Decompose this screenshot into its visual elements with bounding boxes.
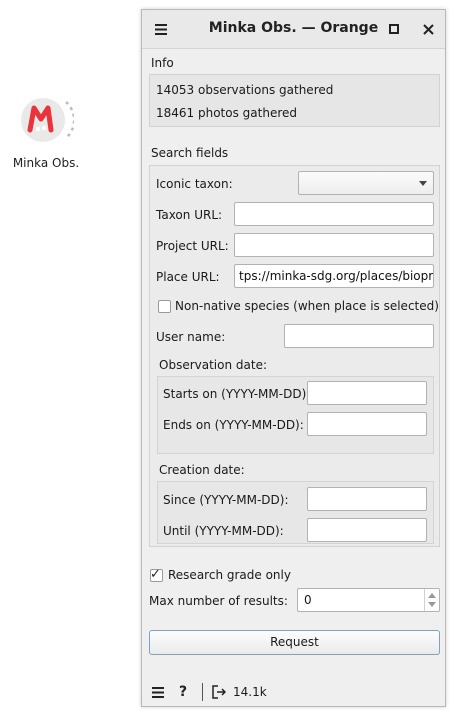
help-icon[interactable]: ? — [176, 684, 190, 700]
observation-date-heading: Observation date: — [159, 358, 267, 372]
observations-count: 14053 observations gathered — [156, 83, 334, 97]
since-input[interactable] — [307, 487, 427, 511]
non-native-label: Non-native species (when place is select… — [175, 299, 439, 313]
project-url-input[interactable] — [234, 233, 434, 257]
spin-arrows[interactable] — [424, 589, 439, 611]
minka-logo-icon — [18, 92, 76, 148]
maximize-icon[interactable] — [383, 18, 405, 40]
creation-date-box: Since (YYYY-MM-DD): Until (YYYY-MM-DD): — [157, 481, 434, 544]
non-native-checkbox[interactable] — [158, 300, 171, 313]
widget-label: Minka Obs. — [12, 156, 80, 170]
search-fields-box: Iconic taxon: Taxon URL: Project URL: Pl… — [149, 165, 440, 547]
iconic-taxon-select[interactable] — [298, 171, 434, 195]
decrement-icon[interactable] — [428, 602, 436, 607]
status-bar: ? 14.1k — [142, 678, 445, 706]
creation-date-heading: Creation date: — [159, 463, 245, 477]
request-button[interactable]: Request — [149, 630, 440, 655]
widget-window: Minka Obs. — Orange Info 14053 observati… — [141, 9, 446, 707]
iconic-taxon-label: Iconic taxon: — [156, 177, 233, 191]
status-divider — [202, 683, 203, 701]
place-url-label: Place URL: — [156, 270, 220, 284]
project-url-label: Project URL: — [156, 239, 229, 253]
title-bar[interactable]: Minka Obs. — Orange — [142, 10, 445, 49]
place-url-input[interactable]: tps://minka-sdg.org/places/bioprat — [234, 264, 434, 288]
max-results-label: Max number of results: — [149, 594, 288, 608]
taxon-url-input[interactable] — [234, 202, 434, 226]
minka-obs-widget[interactable]: Minka Obs. — [8, 92, 84, 170]
hamburger-menu-icon[interactable] — [151, 685, 165, 699]
starts-on-label: Starts on (YYYY-MM-DD): — [163, 387, 311, 401]
research-grade-checkbox[interactable]: ✓ — [150, 567, 163, 582]
research-grade-label: Research grade only — [168, 568, 291, 582]
chevron-down-icon — [419, 181, 427, 186]
starts-on-input[interactable] — [307, 381, 427, 405]
max-results-spinbox[interactable]: 0 — [297, 588, 440, 612]
user-name-input[interactable] — [284, 324, 434, 348]
increment-icon[interactable] — [428, 593, 436, 598]
output-icon[interactable] — [212, 685, 226, 699]
menu-icon[interactable] — [150, 18, 172, 40]
window-title: Minka Obs. — Orange — [208, 20, 379, 36]
search-fields-heading: Search fields — [151, 146, 229, 160]
max-results-value: 0 — [304, 593, 312, 607]
close-icon[interactable] — [417, 18, 439, 40]
ends-on-label: Ends on (YYYY-MM-DD): — [163, 418, 304, 432]
output-count: 14.1k — [233, 685, 267, 699]
info-heading: Info — [151, 56, 174, 70]
since-label: Since (YYYY-MM-DD): — [163, 493, 289, 507]
info-box: 14053 observations gathered 18461 photos… — [149, 74, 440, 127]
taxon-url-label: Taxon URL: — [156, 208, 223, 222]
photos-count: 18461 photos gathered — [156, 106, 297, 120]
until-label: Until (YYYY-MM-DD): — [163, 524, 284, 538]
ends-on-input[interactable] — [307, 412, 427, 436]
checkmark-icon: ✓ — [150, 567, 161, 582]
user-name-label: User name: — [156, 330, 226, 344]
until-input[interactable] — [307, 518, 427, 542]
observation-date-box: Starts on (YYYY-MM-DD): Ends on (YYYY-MM… — [157, 376, 434, 454]
